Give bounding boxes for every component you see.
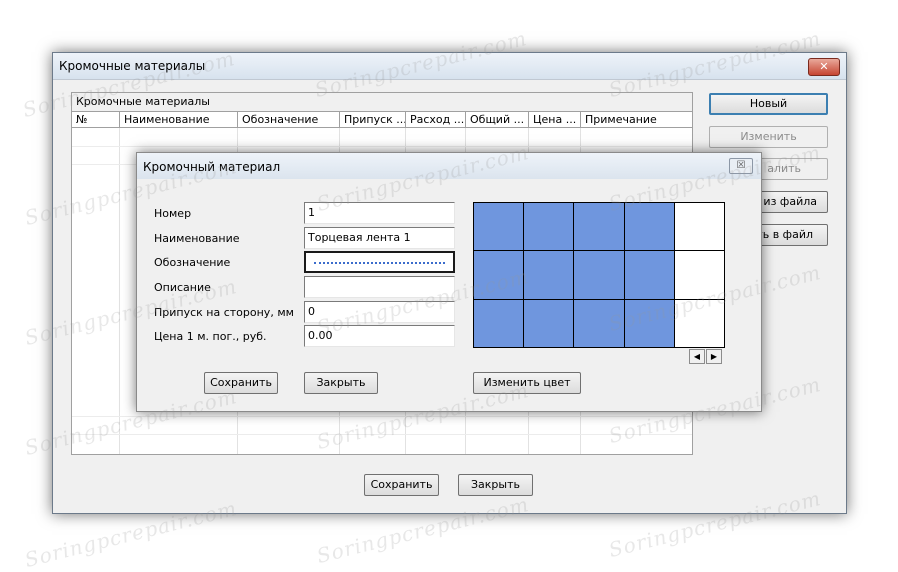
name-label: Наименование xyxy=(154,232,240,245)
column-header-number[interactable]: № xyxy=(72,112,120,128)
column-header-price[interactable]: Цена ... xyxy=(529,112,581,128)
group-label: Кромочные материалы xyxy=(76,95,210,108)
color-cell[interactable] xyxy=(624,203,674,251)
grid-line xyxy=(72,434,692,435)
color-cell[interactable] xyxy=(574,299,624,347)
scroll-right-icon[interactable]: ▶ xyxy=(706,349,722,364)
description-label: Описание xyxy=(154,281,211,294)
dialog-titlebar[interactable]: Кромочный материал ☒ xyxy=(137,153,761,179)
color-cell[interactable] xyxy=(474,251,524,299)
grid-line xyxy=(72,416,692,417)
column-header-name[interactable]: Наименование xyxy=(120,112,238,128)
column-header-designation[interactable]: Обозначение xyxy=(238,112,340,128)
color-cell[interactable] xyxy=(674,203,724,251)
color-cell[interactable] xyxy=(574,251,624,299)
color-cell[interactable] xyxy=(524,203,574,251)
designation-field[interactable] xyxy=(304,251,455,273)
color-cell[interactable] xyxy=(674,299,724,347)
allowance-label: Припуск на сторону, мм xyxy=(154,306,294,319)
color-cell[interactable] xyxy=(624,299,674,347)
color-cell[interactable] xyxy=(574,203,624,251)
color-cell[interactable] xyxy=(674,251,724,299)
group-header: Кромочные материалы xyxy=(71,92,693,112)
edge-material-dialog: Кромочный материал ☒ Номер 1 Наименовани… xyxy=(136,152,762,412)
dialog-close-button[interactable]: Закрыть xyxy=(304,372,378,394)
dialog-title: Кромочный материал xyxy=(143,160,281,174)
save-button[interactable]: Сохранить xyxy=(364,474,439,496)
color-cell[interactable] xyxy=(474,203,524,251)
edit-button[interactable]: Изменить xyxy=(709,126,828,148)
description-field[interactable] xyxy=(304,276,455,298)
close-button[interactable]: Закрыть xyxy=(458,474,533,496)
change-color-button[interactable]: Изменить цвет xyxy=(473,372,581,394)
close-icon[interactable]: ✕ xyxy=(808,58,840,76)
scroll-left-icon[interactable]: ◀ xyxy=(689,349,705,364)
column-header-allowance[interactable]: Припуск ... xyxy=(340,112,406,128)
price-label: Цена 1 м. пог., руб. xyxy=(154,330,267,343)
color-swatch-grid[interactable] xyxy=(473,202,725,348)
color-cell[interactable] xyxy=(524,299,574,347)
designation-label: Обозначение xyxy=(154,256,231,269)
window-titlebar[interactable]: Кромочные материалы ✕ xyxy=(53,53,846,80)
focus-indicator xyxy=(314,262,445,264)
name-field[interactable]: Торцевая лента 1 xyxy=(304,227,455,249)
column-header-consumption[interactable]: Расход ... xyxy=(406,112,466,128)
grid-line xyxy=(72,146,692,147)
color-cell[interactable] xyxy=(624,251,674,299)
dialog-save-button[interactable]: Сохранить xyxy=(204,372,278,394)
number-label: Номер xyxy=(154,207,192,220)
allowance-field[interactable]: 0 xyxy=(304,301,455,323)
color-cell[interactable] xyxy=(474,299,524,347)
window-title: Кромочные материалы xyxy=(59,59,206,73)
new-button[interactable]: Новый xyxy=(709,93,828,115)
column-header-note[interactable]: Примечание xyxy=(581,112,692,128)
number-field[interactable]: 1 xyxy=(304,202,455,224)
price-field[interactable]: 0.00 xyxy=(304,325,455,347)
grid-line xyxy=(119,128,120,454)
color-cell[interactable] xyxy=(524,251,574,299)
dialog-close-icon[interactable]: ☒ xyxy=(729,158,753,174)
column-header-total[interactable]: Общий ... xyxy=(466,112,529,128)
